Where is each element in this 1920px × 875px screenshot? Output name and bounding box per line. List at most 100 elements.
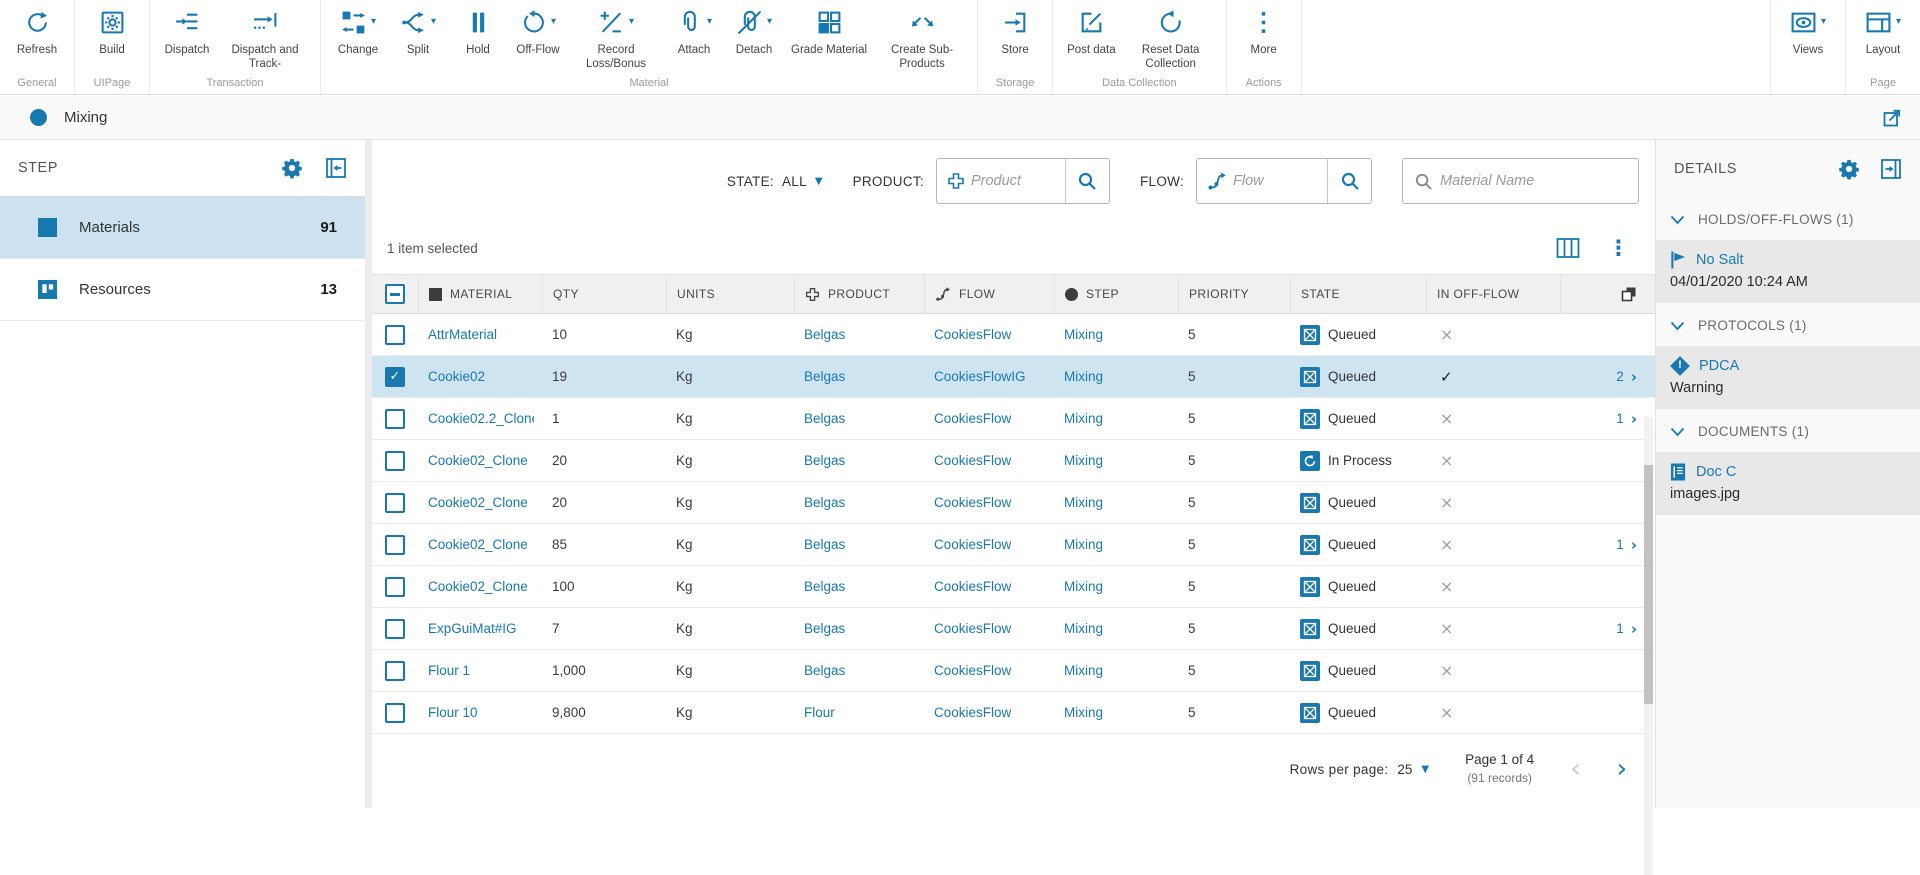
table-row[interactable]: Cookie02.2_Clone 1 Kg Belgas CookiesFlow… [372,398,1655,440]
column-header-step[interactable]: STEP [1054,275,1178,313]
table-row[interactable]: ExpGuiMat#IG 7 Kg Belgas CookiesFlow Mix… [372,608,1655,650]
views-button[interactable]: ▾ Views [1778,0,1838,73]
flow-link[interactable]: CookiesFlow [934,705,1011,720]
reset-data-collection-button[interactable]: Reset Data Collection [1123,0,1219,73]
product-link[interactable]: Belgas [804,621,845,636]
sidebar-collapse-button[interactable] [325,157,347,179]
flow-link[interactable]: CookiesFlow [934,621,1011,636]
product-link[interactable]: Belgas [804,411,845,426]
flow-link[interactable]: CookiesFlow [934,327,1011,342]
more-button[interactable]: More [1234,0,1294,73]
product-link[interactable]: Belgas [804,663,845,678]
sub-items-link[interactable]: 1 [1616,411,1624,426]
material-link[interactable]: ExpGuiMat#IG [428,621,517,636]
column-header-state[interactable]: STATE [1290,275,1426,313]
material-link[interactable]: Cookie02.2_Clone [428,411,534,426]
create-sub-products-button[interactable]: Create Sub-Products [874,0,970,73]
section-protocols[interactable]: PROTOCOLS (1) [1656,303,1920,346]
column-header-subitems[interactable] [1560,275,1655,313]
material-link[interactable]: Cookie02_Clone [428,453,528,468]
row-checkbox-checked[interactable]: ✓ [385,367,405,387]
step-link[interactable]: Mixing [1064,663,1103,678]
row-checkbox[interactable] [385,325,405,345]
column-header-material[interactable]: MATERIAL [418,275,542,313]
section-holds-off-flows[interactable]: HOLDS/OFF-FLOWS (1) [1656,197,1920,240]
column-header-qty[interactable]: QTY [542,275,666,313]
sub-items-link[interactable]: 1 [1616,537,1624,552]
change-button[interactable]: ▾ Change [328,0,388,73]
row-checkbox[interactable] [385,535,405,555]
step-link[interactable]: Mixing [1064,327,1103,342]
material-link[interactable]: Cookie02_Clone [428,579,528,594]
step-link[interactable]: Mixing [1064,579,1103,594]
column-options-button[interactable] [1556,237,1580,259]
post-data-button[interactable]: Post data [1060,0,1123,73]
product-link[interactable]: Belgas [804,579,845,594]
step-link[interactable]: Mixing [1064,453,1103,468]
table-row[interactable]: Cookie02_Clone 20 Kg Belgas CookiesFlow … [372,440,1655,482]
record-loss-bonus-button[interactable]: ▾ Record Loss/Bonus [568,0,664,73]
flow-link[interactable]: CookiesFlowIG [934,369,1026,384]
detach-button[interactable]: ▾ Detach [724,0,784,73]
step-link[interactable]: Mixing [1064,495,1103,510]
attach-button[interactable]: ▾ Attach [664,0,724,73]
next-page-button[interactable]: › [1617,754,1627,784]
step-link[interactable]: Mixing [1064,537,1103,552]
split-button[interactable]: ▾ Split [388,0,448,73]
table-row[interactable]: Cookie02_Clone 20 Kg Belgas CookiesFlow … [372,482,1655,524]
hold-button[interactable]: Hold [448,0,508,73]
sidebar-item-resources[interactable]: Resources 13 [0,259,365,321]
product-link[interactable]: Belgas [804,453,845,468]
row-checkbox[interactable] [385,619,405,639]
sidebar-item-materials[interactable]: Materials 91 [0,197,365,259]
material-name-search-input[interactable] [1440,173,1610,189]
row-checkbox[interactable] [385,577,405,597]
column-header-flow[interactable]: FLOW [924,275,1054,313]
refresh-button[interactable]: Refresh [7,0,67,73]
table-row[interactable]: AttrMaterial 10 Kg Belgas CookiesFlow Mi… [372,314,1655,356]
select-all-checkbox[interactable] [372,275,418,313]
product-link[interactable]: Belgas [804,537,845,552]
off-flow-button[interactable]: ▾ Off-Flow [508,0,568,73]
protocol-link[interactable]: PDCA [1699,358,1739,374]
row-checkbox[interactable] [385,703,405,723]
column-header-units[interactable]: UNITS [666,275,794,313]
row-checkbox[interactable] [385,451,405,471]
step-link[interactable]: Mixing [1064,411,1103,426]
previous-page-button[interactable]: ‹ [1570,754,1580,784]
flow-link[interactable]: CookiesFlow [934,411,1011,426]
column-header-priority[interactable]: PRIORITY [1178,275,1290,313]
layout-button[interactable]: ▾ Layout [1853,0,1913,73]
material-link[interactable]: AttrMaterial [428,327,497,342]
state-filter-dropdown[interactable]: STATE: ALL ▼ [727,174,823,189]
popout-button[interactable] [1882,108,1902,128]
material-link[interactable]: Cookie02_Clone [428,537,528,552]
rows-per-page-dropdown[interactable]: Rows per page: 25 ▼ [1290,762,1430,777]
scrollbar-thumb[interactable] [1644,465,1653,704]
flow-link[interactable]: CookiesFlow [934,453,1011,468]
store-button[interactable]: Store [985,0,1045,73]
document-link[interactable]: Doc C [1696,464,1736,480]
section-documents[interactable]: DOCUMENTS (1) [1656,409,1920,452]
table-row[interactable]: Flour 10 9,800 Kg Flour CookiesFlow Mixi… [372,692,1655,734]
details-settings-button[interactable] [1838,158,1860,180]
table-row[interactable]: Cookie02_Clone 100 Kg Belgas CookiesFlow… [372,566,1655,608]
dispatch-button[interactable]: Dispatch [157,0,217,73]
step-link[interactable]: Mixing [1064,369,1103,384]
flow-link[interactable]: CookiesFlow [934,579,1011,594]
material-link[interactable]: Cookie02_Clone [428,495,528,510]
product-link[interactable]: Belgas [804,327,845,342]
row-checkbox[interactable] [385,409,405,429]
table-row[interactable]: Flour 1 1,000 Kg Belgas CookiesFlow Mixi… [372,650,1655,692]
step-link[interactable]: Mixing [1064,705,1103,720]
flow-filter-input[interactable] [1233,173,1327,189]
sidebar-settings-button[interactable] [281,157,303,179]
details-collapse-button[interactable] [1880,158,1902,180]
material-link[interactable]: Flour 1 [428,663,470,678]
step-link[interactable]: Mixing [1064,621,1103,636]
product-link[interactable]: Belgas [804,369,845,384]
row-checkbox[interactable] [385,493,405,513]
hold-link[interactable]: No Salt [1696,252,1744,268]
column-header-in-off-flow[interactable]: IN OFF-FLOW [1426,275,1560,313]
row-checkbox[interactable] [385,661,405,681]
